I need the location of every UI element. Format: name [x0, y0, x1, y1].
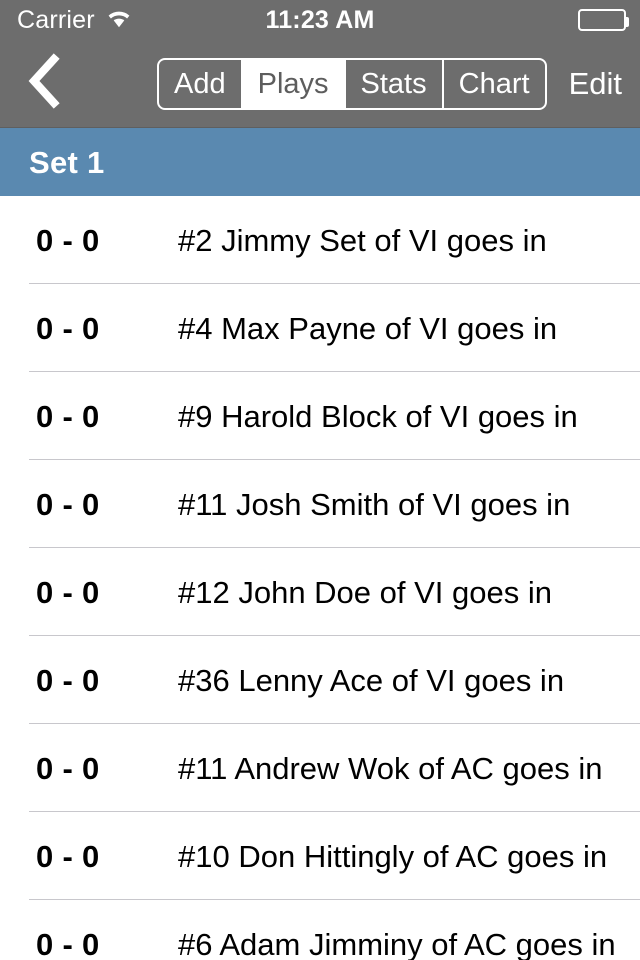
navigation-bar: Add Plays Stats Chart Edit [0, 40, 640, 128]
section-header-set-1: Set 1 [0, 128, 640, 196]
segment-chart[interactable]: Chart [444, 60, 545, 108]
back-button[interactable] [12, 40, 74, 127]
table-row[interactable]: 0 - 0 #2 Jimmy Set of VI goes in [0, 196, 640, 284]
chevron-left-icon [26, 53, 60, 114]
row-score: 0 - 0 [36, 574, 100, 610]
row-description: #36 Lenny Ace of VI goes in [178, 662, 565, 698]
segment-add[interactable]: Add [159, 60, 243, 108]
view-mode-segmented-control[interactable]: Add Plays Stats Chart [157, 58, 547, 110]
table-row[interactable]: 0 - 0 #11 Josh Smith of VI goes in [0, 460, 640, 548]
edit-button[interactable]: Edit [569, 68, 622, 99]
row-description: #9 Harold Block of VI goes in [178, 398, 578, 434]
segment-plays[interactable]: Plays [242, 60, 346, 108]
row-description: #11 Andrew Wok of AC goes in [178, 750, 603, 786]
segment-stats[interactable]: Stats [346, 60, 444, 108]
plays-list[interactable]: 0 - 0 #2 Jimmy Set of VI goes in 0 - 0 #… [0, 196, 640, 960]
table-row[interactable]: 0 - 0 #6 Adam Jimminy of AC goes in [0, 900, 640, 960]
status-bar-clock: 11:23 AM [265, 5, 375, 34]
row-score: 0 - 0 [36, 750, 100, 786]
row-description: #11 Josh Smith of VI goes in [178, 486, 571, 522]
table-row[interactable]: 0 - 0 #10 Don Hittingly of AC goes in [0, 812, 640, 900]
row-description: #10 Don Hittingly of AC goes in [178, 838, 608, 874]
table-row[interactable]: 0 - 0 #11 Andrew Wok of AC goes in [0, 724, 640, 812]
row-score: 0 - 0 [36, 486, 100, 522]
row-description: #2 Jimmy Set of VI goes in [178, 222, 547, 258]
table-row[interactable]: 0 - 0 #4 Max Payne of VI goes in [0, 284, 640, 372]
status-bar: Carrier 11:23 AM [0, 0, 640, 40]
app-screen: Carrier 11:23 AM Add Plays Stats Chart E… [0, 0, 640, 960]
row-description: #4 Max Payne of VI goes in [178, 310, 558, 346]
table-row[interactable]: 0 - 0 #12 John Doe of VI goes in [0, 548, 640, 636]
row-score: 0 - 0 [36, 926, 100, 960]
section-header-title: Set 1 [29, 144, 105, 180]
status-bar-right [578, 9, 629, 31]
row-score: 0 - 0 [36, 222, 100, 258]
row-score: 0 - 0 [36, 310, 100, 346]
battery-full-icon [578, 9, 629, 31]
row-score: 0 - 0 [36, 838, 100, 874]
row-description: #6 Adam Jimminy of AC goes in [178, 926, 616, 960]
row-score: 0 - 0 [36, 398, 100, 434]
table-row[interactable]: 0 - 0 #9 Harold Block of VI goes in [0, 372, 640, 460]
row-description: #12 John Doe of VI goes in [178, 574, 552, 610]
table-row[interactable]: 0 - 0 #36 Lenny Ace of VI goes in [0, 636, 640, 724]
row-score: 0 - 0 [36, 662, 100, 698]
